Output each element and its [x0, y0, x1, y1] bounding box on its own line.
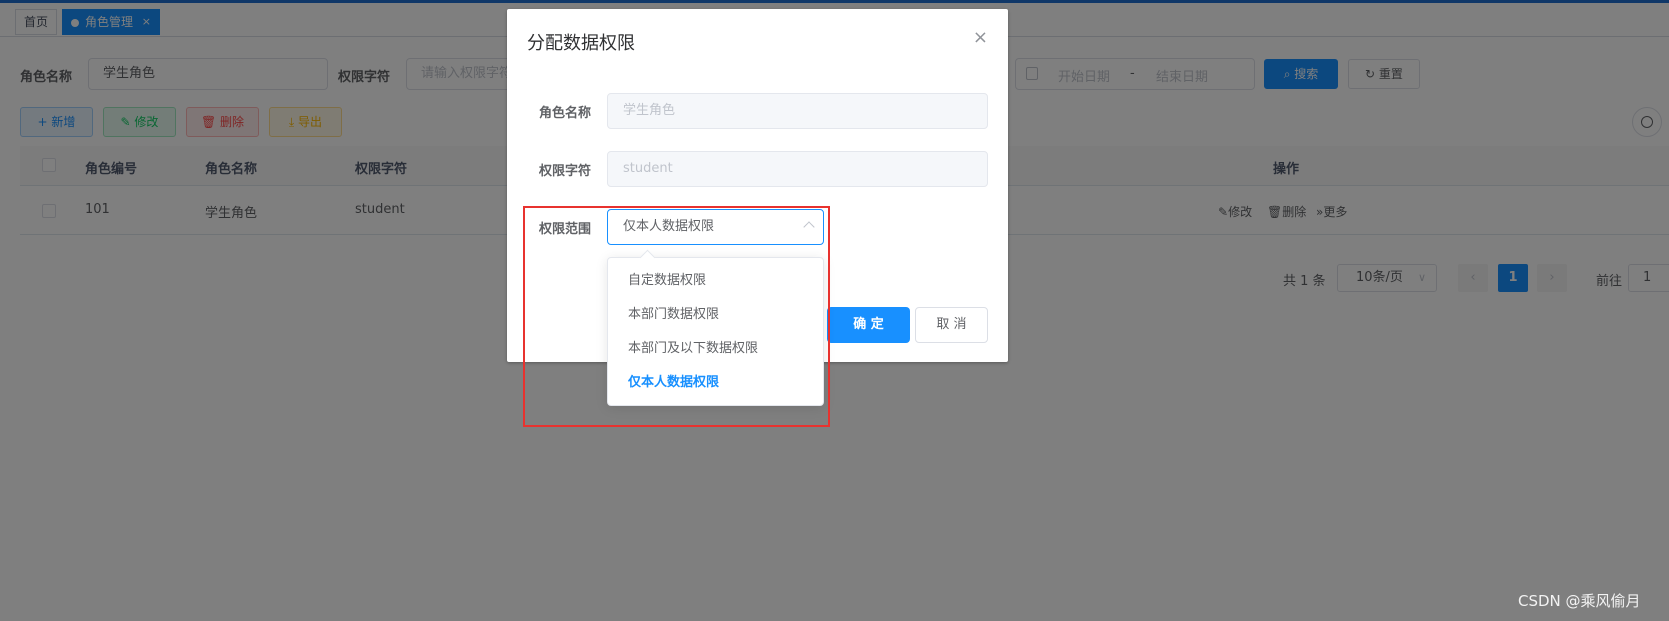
dialog-perm-label: 权限字符: [539, 164, 592, 179]
confirm-button[interactable]: 确 定: [827, 307, 910, 343]
watermark: CSDN @乘风偷月: [1518, 592, 1641, 610]
highlight-annotation-box: [523, 206, 830, 427]
close-icon[interactable]: ×: [973, 27, 988, 48]
dialog-title: 分配数据权限: [527, 33, 635, 54]
dialog-role-name-input: 学生角色: [607, 93, 988, 129]
dialog-role-name-label: 角色名称: [539, 106, 592, 121]
cancel-button[interactable]: 取 消: [915, 307, 988, 343]
dialog-perm-input: student: [607, 151, 988, 187]
